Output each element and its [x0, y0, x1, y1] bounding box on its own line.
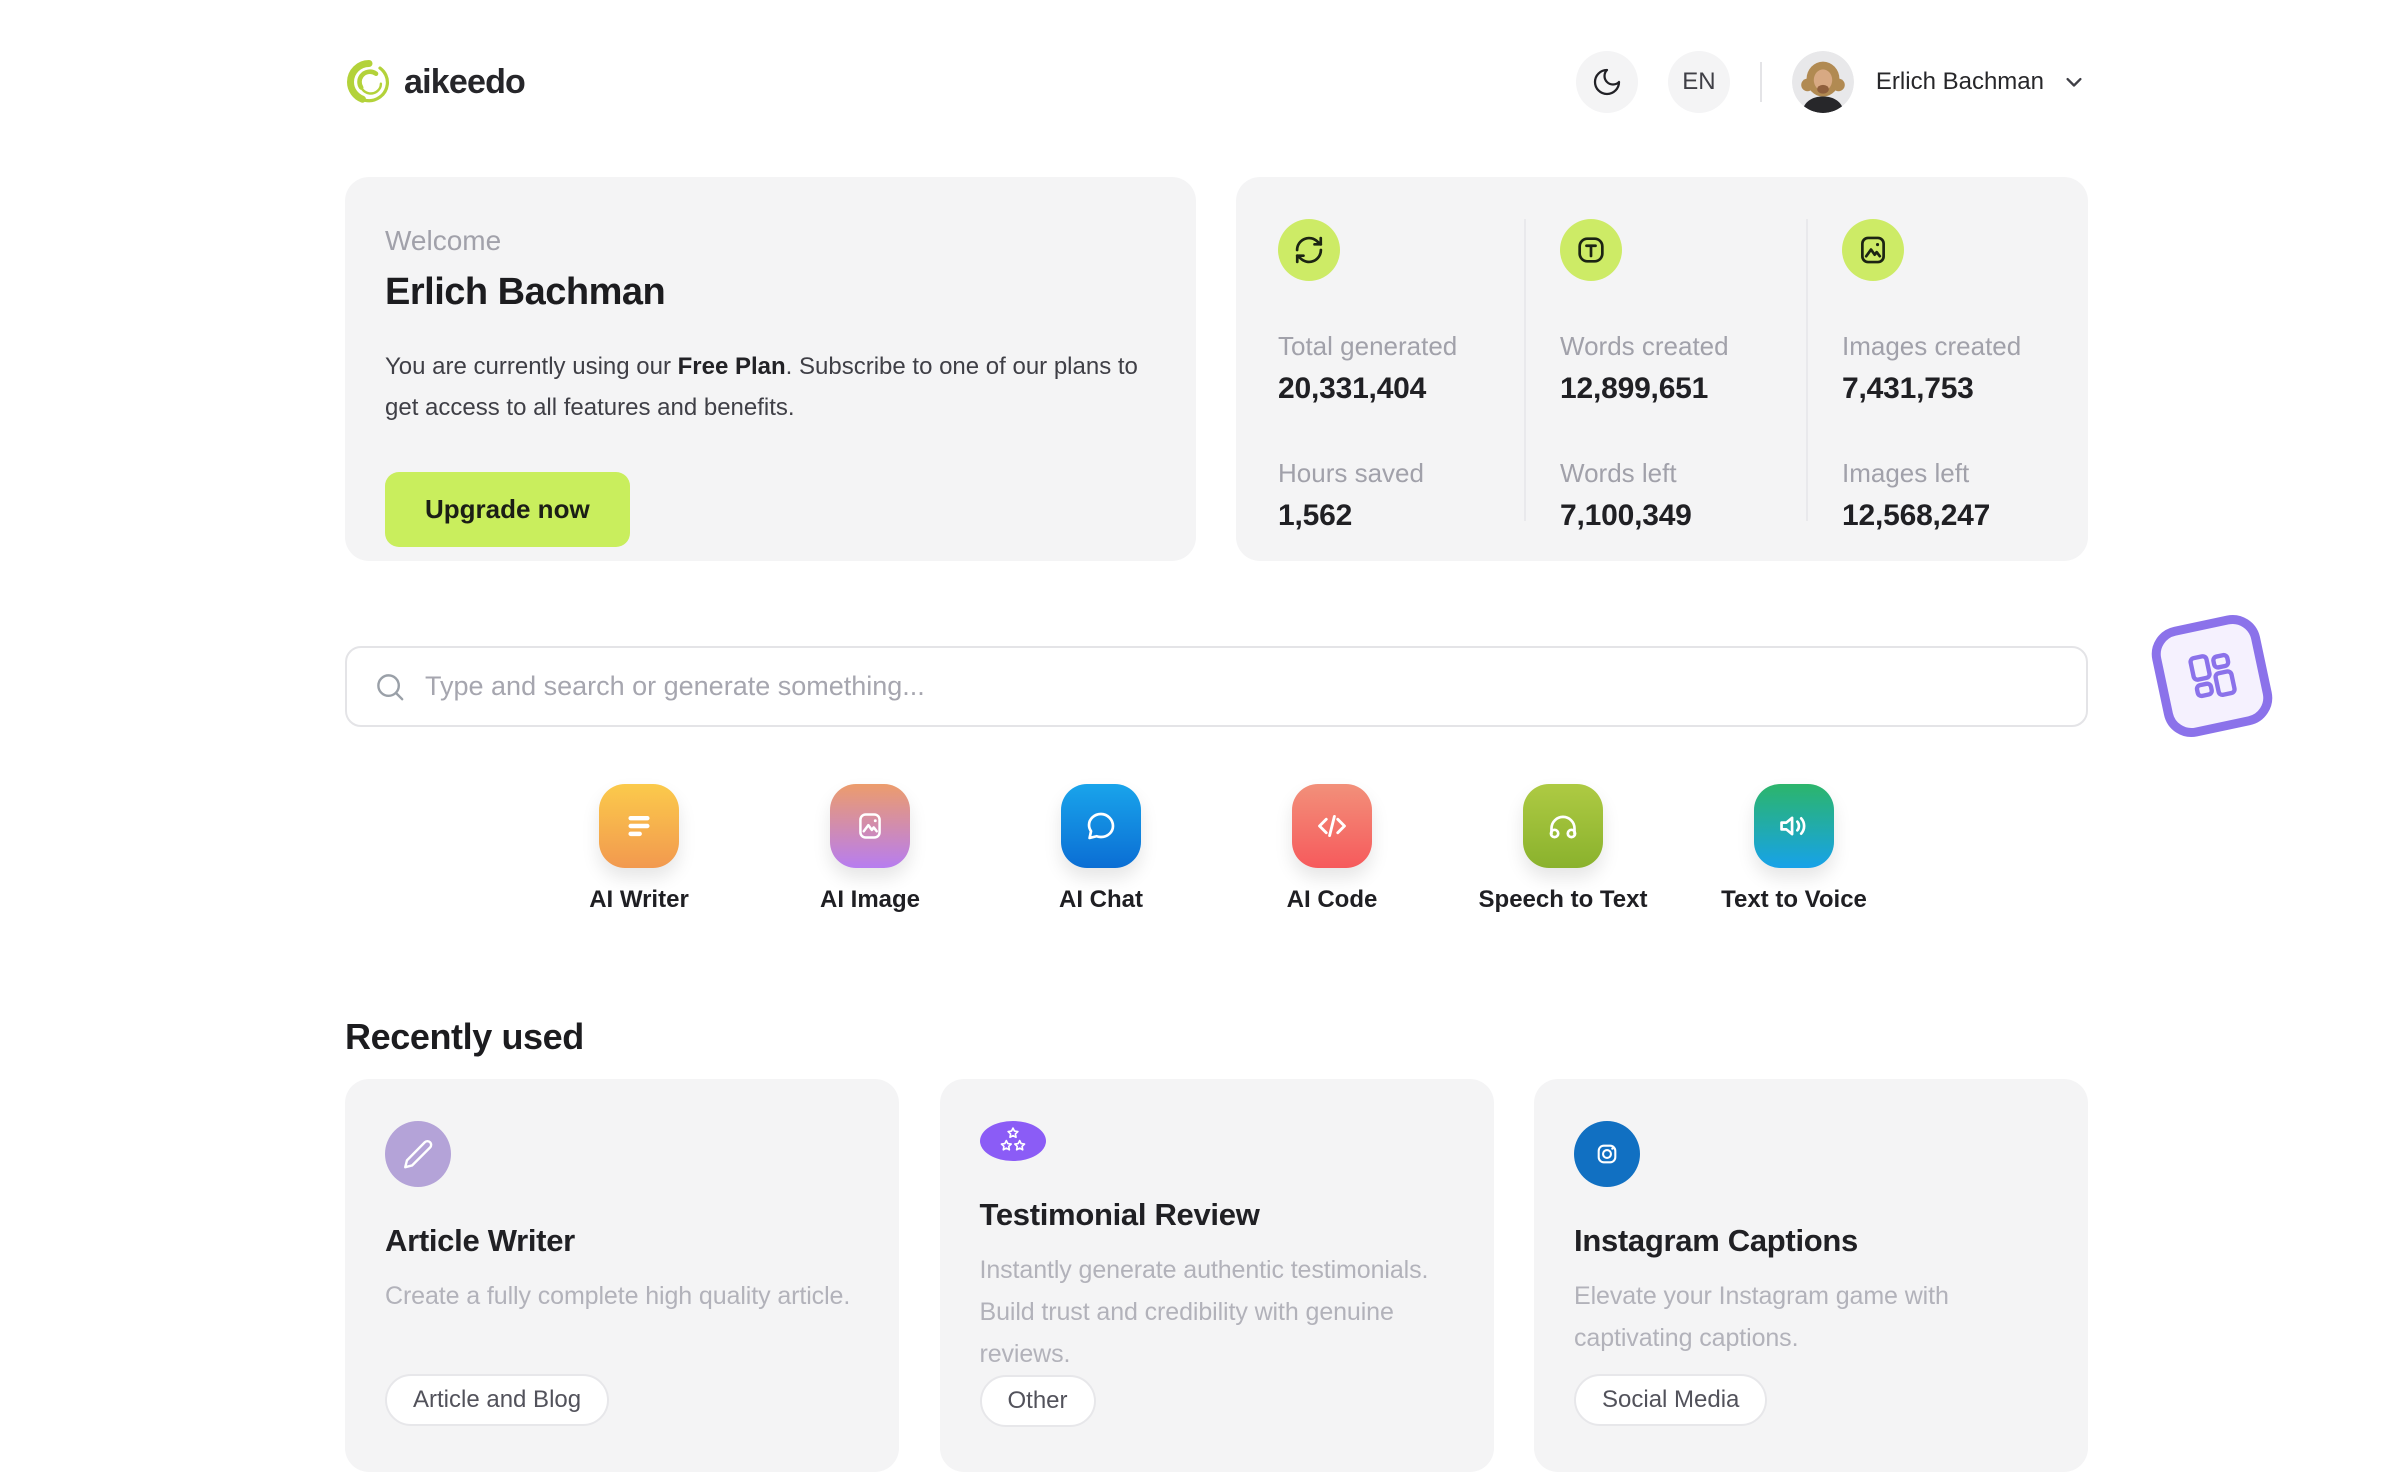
- header-actions: EN Erlich Bachman: [1575, 51, 2088, 113]
- search-bar: [345, 646, 2088, 727]
- dashboard-page: aikeedo EN Erlich Bachman Welcome Erlich…: [345, 0, 2278, 1472]
- recent-card-instagram-captions[interactable]: Instagram Captions Elevate your Instagra…: [1534, 1079, 2088, 1472]
- recent-card-testimonial-review[interactable]: Testimonial Review Instantly generate au…: [939, 1079, 1494, 1472]
- category-badge: Article and Blog: [385, 1374, 610, 1426]
- stat-column-words: Words created 12,899,651 Words left 7,10…: [1524, 219, 1806, 532]
- usage-stats-card: Total generated 20,331,404 Hours saved 1…: [1236, 177, 2088, 561]
- language-button[interactable]: EN: [1667, 51, 1730, 113]
- tool-ai-code[interactable]: AI Code: [1217, 784, 1448, 914]
- writer-lines-icon: [599, 784, 679, 868]
- chat-bubble-icon: [1061, 784, 1141, 868]
- upgrade-now-button[interactable]: Upgrade now: [385, 472, 630, 547]
- tool-text-to-voice[interactable]: Text to Voice: [1679, 784, 1910, 914]
- category-badge: Social Media: [1574, 1374, 1768, 1426]
- user-name: Erlich Bachman: [1875, 68, 2044, 95]
- header: aikeedo EN Erlich Bachman: [345, 51, 2088, 113]
- stat-value: 1,562: [1278, 499, 1353, 532]
- recent-card-title: Instagram Captions: [1574, 1223, 1858, 1258]
- category-badge: Other: [979, 1375, 1096, 1427]
- tool-ai-image[interactable]: AI Image: [755, 784, 986, 914]
- stat-column-images: Images created 7,431,753 Images left 12,…: [1806, 219, 2088, 532]
- stat-label: Total generated: [1278, 331, 1458, 361]
- header-divider: [1759, 62, 1762, 102]
- stat-label: Hours saved: [1278, 458, 1424, 488]
- image-icon: [1842, 219, 1904, 281]
- recent-card-description: Create a fully complete high quality art…: [385, 1282, 851, 1310]
- tool-ai-writer[interactable]: AI Writer: [524, 784, 755, 914]
- stat-value: 20,331,404: [1278, 372, 1427, 405]
- text-icon: [1560, 219, 1622, 281]
- stat-label: Images left: [1842, 458, 1970, 488]
- stat-value: 7,100,349: [1560, 499, 1692, 532]
- search-input[interactable]: [345, 646, 2088, 727]
- top-cards-row: Welcome Erlich Bachman You are currently…: [345, 177, 2088, 561]
- tool-label: AI Image: [819, 886, 921, 913]
- chevron-down-icon[interactable]: [2060, 68, 2088, 96]
- code-icon: [1292, 784, 1372, 868]
- stat-label: Words left: [1560, 458, 1677, 488]
- pencil-icon: [385, 1121, 451, 1187]
- stat-value: 12,899,651: [1560, 372, 1709, 405]
- stars-icon: [979, 1121, 1046, 1161]
- speaker-icon: [1754, 784, 1834, 868]
- apps-sticker[interactable]: [2146, 609, 2278, 743]
- image-icon: [830, 784, 910, 868]
- plan-name: Free Plan: [677, 353, 786, 380]
- plan-description: You are currently using our Free Plan. S…: [385, 353, 1138, 421]
- user-avatar[interactable]: [1791, 51, 1854, 113]
- stat-label: Words created: [1560, 331, 1729, 361]
- recently-used-row: Article Writer Create a fully complete h…: [345, 1079, 2088, 1472]
- stat-value: 12,568,247: [1842, 499, 1991, 532]
- language-label: EN: [1682, 68, 1716, 95]
- stat-label: Images created: [1842, 331, 2022, 361]
- tool-label: AI Writer: [589, 886, 689, 913]
- recent-card-description: Instantly generate authentic testimonial…: [979, 1256, 1429, 1368]
- tool-speech-to-text[interactable]: Speech to Text: [1448, 784, 1679, 914]
- recent-card-article-writer[interactable]: Article Writer Create a fully complete h…: [345, 1079, 899, 1472]
- moon-icon: [1591, 66, 1623, 98]
- welcome-user-name: Erlich Bachman: [385, 271, 666, 313]
- instagram-icon: [1574, 1121, 1640, 1187]
- brand-name: aikeedo: [404, 62, 526, 101]
- welcome-eyebrow: Welcome: [385, 225, 502, 256]
- refresh-icon: [1278, 219, 1340, 281]
- recent-card-title: Testimonial Review: [979, 1197, 1260, 1232]
- tool-label: Text to Voice: [1721, 886, 1867, 913]
- dashboard-grid-icon: [2175, 639, 2249, 713]
- brand-logo[interactable]: aikeedo: [345, 58, 526, 106]
- recent-card-description: Elevate your Instagram game with captiva…: [1574, 1282, 1949, 1352]
- stat-value: 7,431,753: [1842, 372, 1974, 405]
- recent-card-title: Article Writer: [385, 1223, 575, 1258]
- aikeedo-swirl-logo-icon: [345, 58, 393, 106]
- theme-toggle-button[interactable]: [1575, 51, 1638, 113]
- welcome-card: Welcome Erlich Bachman You are currently…: [345, 177, 1196, 561]
- tool-ai-chat[interactable]: AI Chat: [986, 784, 1217, 914]
- stat-column-generated: Total generated 20,331,404 Hours saved 1…: [1236, 219, 1524, 532]
- headphones-icon: [1523, 784, 1603, 868]
- tool-label: Speech to Text: [1478, 886, 1648, 913]
- tool-label: AI Code: [1286, 886, 1378, 913]
- tool-label: AI Chat: [1059, 886, 1143, 913]
- tools-row: AI Writer AI Image AI Chat AI Code Speec…: [345, 784, 2088, 914]
- recently-used-heading: Recently used: [345, 1016, 584, 1057]
